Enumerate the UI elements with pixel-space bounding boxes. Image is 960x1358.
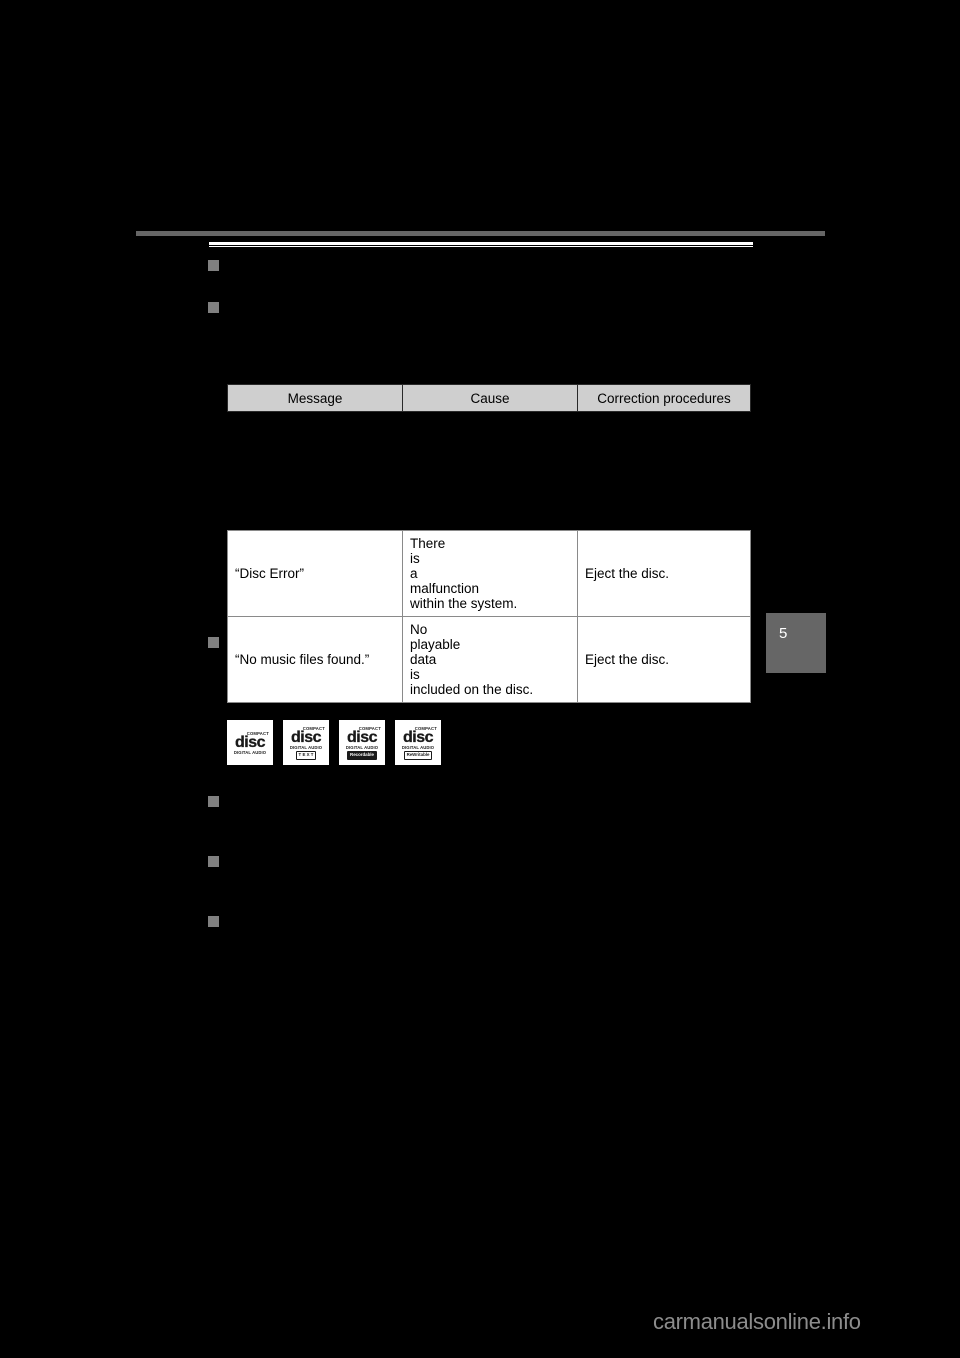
column-header-message: Message [227, 384, 403, 412]
cd-logo-word: disc [234, 733, 266, 751]
cause-word: is [410, 551, 420, 566]
header-rule-white [209, 242, 753, 247]
cell-correction: Eject the disc. [577, 530, 751, 617]
section-body-6 [227, 913, 752, 973]
chapter-tab-number: 5 [779, 625, 788, 642]
section-body-2 [227, 299, 752, 377]
cd-logo-sub-text: DIGITAL AUDIO [345, 744, 379, 750]
cd-logo-badge: ReWritable [403, 750, 433, 760]
section-bullet-2 [208, 302, 219, 313]
cd-logo-badge: T E X T [295, 750, 317, 760]
cause-word: a [410, 566, 418, 581]
cd-logo-row: COMPACT disc DIGITAL AUDIO COMPACT disc … [227, 720, 441, 765]
column-header-cause: Cause [402, 384, 578, 412]
section-bullet-6 [208, 916, 219, 927]
section-bullet-3 [208, 637, 219, 648]
cd-logo-sub-text: DIGITAL AUDIO [401, 744, 435, 750]
manual-page: Message Cause Correction procedures “Dis… [0, 0, 960, 1358]
chapter-tab: 5 [766, 613, 826, 673]
cd-text-logo: COMPACT disc DIGITAL AUDIO T E X T [283, 720, 329, 765]
header-rule-gray [136, 231, 825, 236]
cd-logo-word: disc [290, 728, 322, 746]
cause-word: malfunction [410, 581, 480, 596]
section-body-3 [227, 634, 752, 709]
cd-logo-word: disc [346, 728, 378, 746]
column-header-correction: Correction procedures [577, 384, 751, 412]
cd-rewritable-logo: COMPACT disc DIGITAL AUDIO ReWritable [395, 720, 441, 765]
cd-logo-badge: Recordable [347, 750, 377, 760]
cd-logo-sub-text: DIGITAL AUDIO [289, 744, 323, 750]
cause-line-2: within the system. [410, 596, 518, 611]
cd-logo-sub-text: DIGITAL AUDIO [233, 749, 267, 755]
section-bullet-1 [208, 260, 219, 271]
cell-cause: There is a malfunction within the system… [402, 530, 578, 617]
table-row: “Disc Error” There is a malfunction with… [227, 530, 751, 617]
section-bullet-4 [208, 796, 219, 807]
cause-word: There [410, 536, 446, 551]
section-body-5 [227, 853, 752, 903]
section-body-4 [227, 793, 752, 843]
watermark: carmanualsonline.info [653, 1309, 861, 1334]
cause-line-1: There is a malfunction [410, 536, 570, 596]
message-table-header: Message Cause Correction procedures [227, 384, 751, 412]
cell-message: “Disc Error” [227, 530, 403, 617]
section-bullet-5 [208, 856, 219, 867]
cd-recordable-logo: COMPACT disc DIGITAL AUDIO Recordable [339, 720, 385, 765]
table-header-row: Message Cause Correction procedures [227, 384, 751, 412]
hidden-table-rows [227, 412, 750, 527]
section-body-1 [227, 257, 752, 291]
cd-audio-logo: COMPACT disc DIGITAL AUDIO [227, 720, 273, 765]
cd-logo-word: disc [402, 728, 434, 746]
